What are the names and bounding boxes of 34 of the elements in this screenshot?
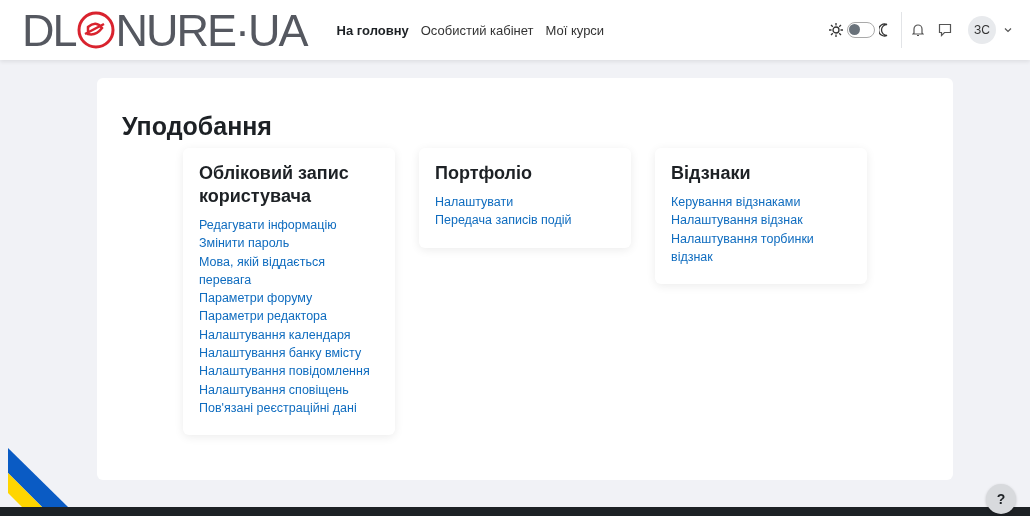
- flag-ribbon-icon: [8, 448, 68, 507]
- preference-link[interactable]: Пов'язані реєстраційні дані: [199, 398, 379, 418]
- preference-link[interactable]: Налаштування повідомлення: [199, 362, 379, 381]
- dark-mode-toggle[interactable]: [847, 22, 875, 38]
- preference-link[interactable]: Параметри редактора: [199, 307, 379, 326]
- preference-link[interactable]: Налаштування банку вмісту: [199, 344, 379, 363]
- nav-link[interactable]: Особистий кабінет: [420, 18, 534, 42]
- preference-link[interactable]: Параметри форуму: [199, 289, 379, 308]
- chevron-down-icon[interactable]: [1004, 27, 1012, 33]
- logo-icon: [75, 10, 116, 50]
- nav-link[interactable]: Мої курси: [545, 18, 605, 42]
- bell-icon[interactable]: [912, 23, 924, 37]
- logo-text: NURE·UA: [115, 7, 307, 53]
- section-title: Портфоліо: [435, 162, 533, 185]
- preference-link[interactable]: Керування відзнаками: [671, 193, 851, 212]
- section-title: Відзнаки: [671, 162, 752, 185]
- preference-link[interactable]: Передача записів подій: [435, 211, 615, 230]
- moon-icon: [879, 23, 889, 37]
- preference-link[interactable]: Налаштування торбинки відзнак: [671, 229, 851, 267]
- preference-link[interactable]: Мова, якій віддається перевага: [199, 252, 379, 290]
- section-title: Обліковий запис користувача: [199, 162, 350, 208]
- logo-text: DL: [22, 7, 76, 53]
- user-avatar[interactable]: ЗС: [968, 16, 996, 44]
- preference-link[interactable]: Налаштування сповіщень: [199, 380, 379, 399]
- preference-link[interactable]: Налаштування календаря: [199, 325, 379, 345]
- help-button[interactable]: ?: [986, 484, 1016, 514]
- preference-link[interactable]: Змінити пароль: [199, 234, 379, 253]
- sun-icon: [829, 23, 843, 37]
- chat-icon[interactable]: [938, 23, 952, 37]
- preference-link[interactable]: Редагувати інформацію: [199, 216, 379, 235]
- nav-link[interactable]: На головну: [336, 18, 409, 42]
- preference-link[interactable]: Налаштування відзнак: [671, 211, 851, 230]
- preference-link[interactable]: Налаштувати: [435, 193, 615, 212]
- page-title: Уподобання: [122, 111, 273, 141]
